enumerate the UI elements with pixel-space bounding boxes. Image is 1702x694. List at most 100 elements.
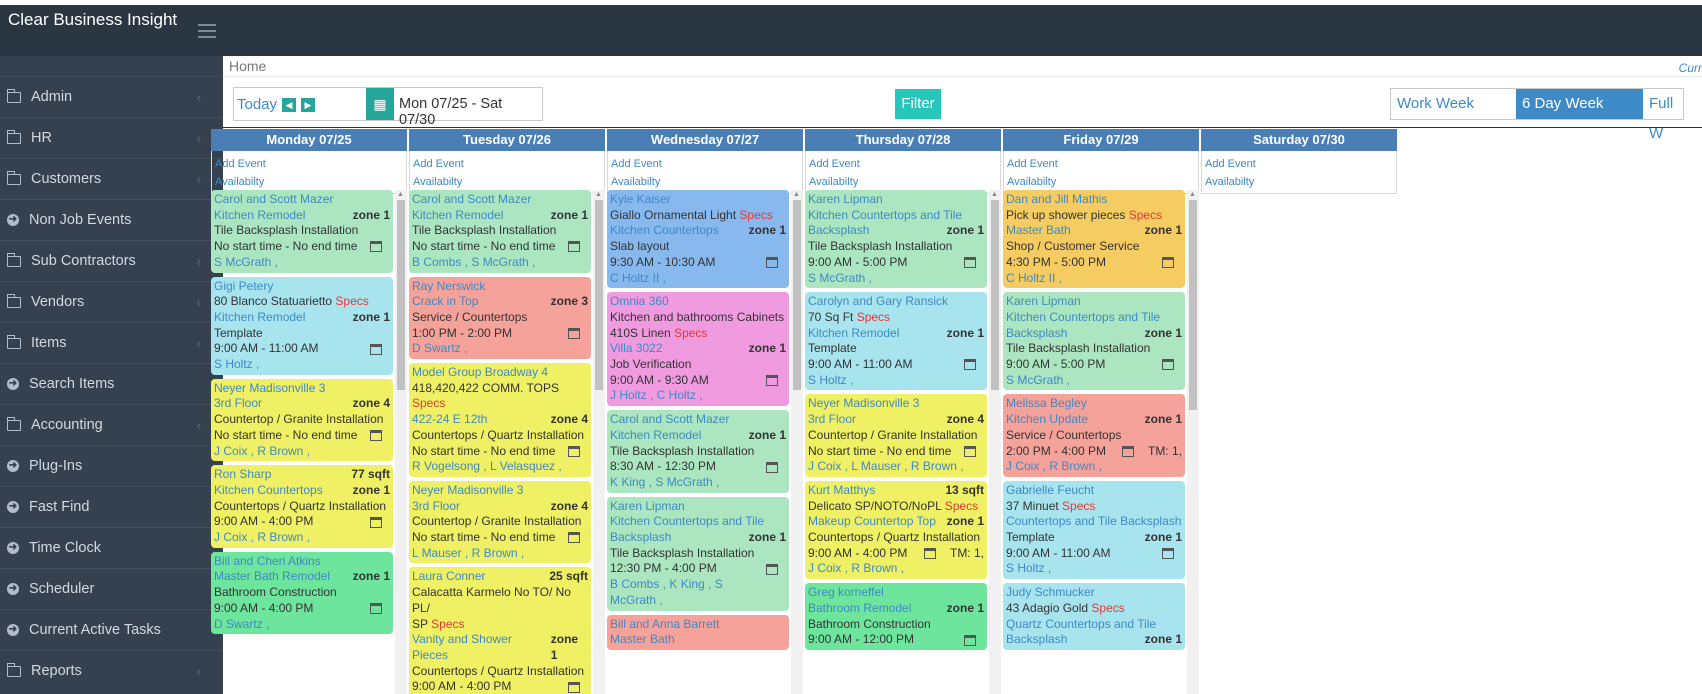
scrollbar[interactable]: ▲ bbox=[395, 190, 407, 694]
event-text[interactable]: S Holtz , bbox=[808, 373, 853, 389]
event-text[interactable]: J Coix , R Brown , bbox=[214, 444, 310, 460]
sidebar-item-vendors[interactable]: Vendors ‹ bbox=[0, 281, 223, 322]
event-text[interactable]: Model Group Broadway 4 bbox=[412, 365, 548, 381]
calendar-icon[interactable] bbox=[964, 257, 976, 269]
next-week-icon[interactable]: ▶ bbox=[301, 98, 315, 112]
event-text[interactable]: Kitchen Remodel bbox=[214, 310, 305, 326]
event-text[interactable]: Kitchen Remodel bbox=[808, 326, 899, 342]
event-text[interactable]: B Combs , K King , S bbox=[610, 577, 723, 593]
today-button[interactable]: Today bbox=[237, 96, 277, 113]
event-card[interactable]: Dan and Jill Mathis Pick up shower pieces… bbox=[1003, 190, 1185, 289]
calendar-icon[interactable] bbox=[370, 241, 382, 253]
event-text[interactable]: B Combs , S McGrath , bbox=[412, 255, 535, 271]
calendar-icon[interactable] bbox=[370, 343, 382, 355]
scrollbar-thumb[interactable] bbox=[397, 200, 405, 390]
add-event-link[interactable]: Add Event bbox=[809, 155, 997, 173]
calendar-icon[interactable] bbox=[964, 359, 976, 371]
event-text[interactable]: Kitchen Countertops and Tile bbox=[1006, 310, 1160, 326]
event-card[interactable]: Ray Nerswick Crack in Top zone 3 Service / … bbox=[409, 276, 591, 360]
scroll-up-icon[interactable]: ▲ bbox=[595, 191, 602, 198]
event-text[interactable]: Kurt Matthys bbox=[808, 483, 875, 499]
event-text[interactable]: Kitchen Countertops bbox=[214, 483, 323, 499]
view-full-w[interactable]: Full W bbox=[1643, 89, 1683, 142]
event-text[interactable]: Villa 3022 bbox=[610, 341, 663, 357]
sidebar-item-current-active-tasks[interactable]: ➜ Current Active Tasks bbox=[0, 609, 223, 650]
event-text[interactable]: S Holtz , bbox=[214, 357, 259, 373]
specs-link[interactable]: Specs bbox=[945, 499, 978, 513]
sidebar-item-items[interactable]: Items ‹ bbox=[0, 322, 223, 363]
add-event-link[interactable]: Add Event bbox=[1007, 155, 1195, 173]
scrollbar[interactable]: ▲ bbox=[1187, 190, 1199, 694]
event-text[interactable]: S Holtz , bbox=[1006, 561, 1051, 577]
event-text[interactable]: Bill and Anna Barrett bbox=[610, 617, 719, 633]
scrollbar[interactable]: ▲ bbox=[593, 190, 605, 694]
event-text[interactable]: Greg korneffel bbox=[808, 585, 884, 601]
event-text[interactable]: Ray Nerswick bbox=[412, 279, 485, 295]
calendar-icon[interactable] bbox=[1121, 445, 1134, 457]
scroll-up-icon[interactable]: ▲ bbox=[397, 191, 404, 198]
event-card[interactable]: Carol and Scott Mazer Kitchen Remodel zone… bbox=[211, 190, 393, 273]
event-text[interactable]: K King , S McGrath , bbox=[610, 475, 719, 491]
sidebar-item-admin[interactable]: Admin ‹ bbox=[0, 76, 223, 117]
event-card[interactable]: Carol and Scott Mazer Kitchen Remodel zone… bbox=[607, 410, 789, 493]
event-text[interactable]: Makeup Countertop Top bbox=[808, 514, 936, 530]
event-card[interactable]: Greg korneffel Bathroom Remodel zone 1 Bath… bbox=[805, 583, 987, 650]
event-text[interactable]: Kitchen Remodel bbox=[610, 428, 701, 444]
event-text[interactable]: 3rd Floor bbox=[808, 412, 856, 428]
event-card[interactable]: Laura Conner 25 sqft Calacatta Karmelo No … bbox=[409, 567, 591, 694]
event-text[interactable]: S McGrath , bbox=[1006, 373, 1070, 389]
event-text[interactable]: Bathroom Remodel bbox=[808, 601, 911, 617]
calendar-icon[interactable] bbox=[1162, 359, 1174, 371]
event-text[interactable]: Vanity and Shower Pieces bbox=[412, 632, 551, 663]
specs-link[interactable]: Specs bbox=[1091, 601, 1124, 615]
specs-link[interactable]: Specs bbox=[1129, 208, 1162, 222]
calendar-icon[interactable] bbox=[766, 563, 778, 575]
event-text[interactable]: R Vogelsong , L Velasquez , bbox=[412, 459, 562, 475]
scrollbar[interactable]: ▲ bbox=[989, 190, 1001, 694]
specs-link[interactable]: Specs bbox=[431, 617, 464, 631]
menu-toggle-icon[interactable] bbox=[198, 24, 216, 38]
specs-link[interactable]: Specs bbox=[335, 294, 368, 308]
calendar-icon[interactable] bbox=[766, 375, 778, 387]
event-text[interactable]: Carol and Scott Mazer bbox=[412, 192, 531, 208]
event-card[interactable]: Melissa Begley Kitchen Update zone 1 Servic… bbox=[1003, 394, 1185, 477]
event-text[interactable]: McGrath , bbox=[610, 593, 663, 609]
view-work-week[interactable]: Work Week bbox=[1391, 89, 1516, 119]
event-card[interactable]: Kurt Matthys 13 sqft Delicato SP/NOTO/NoPL… bbox=[805, 480, 987, 580]
event-text[interactable]: C Holtz II , bbox=[1006, 271, 1062, 287]
current-link[interactable]: Curr bbox=[1679, 61, 1702, 75]
event-card[interactable]: Karen Lipman Kitchen Countertops and Tile… bbox=[607, 496, 789, 611]
event-card[interactable]: Neyer Madisonville 3 3rd Floor zone 4 Count… bbox=[211, 378, 393, 462]
event-text[interactable]: J Coix , L Mauser , R Brown , bbox=[808, 459, 964, 475]
add-event-link[interactable]: Add Event bbox=[1205, 155, 1393, 173]
sidebar-item-accounting[interactable]: Accounting ‹ bbox=[0, 404, 223, 445]
event-text[interactable]: Neyer Madisonville 3 bbox=[412, 483, 523, 499]
sidebar-item-fast-find[interactable]: ➜ Fast Find bbox=[0, 486, 223, 527]
availability-link[interactable]: Availabilty bbox=[611, 173, 799, 191]
event-text[interactable]: Backsplash bbox=[1006, 632, 1067, 648]
event-text[interactable]: Master Bath Remodel bbox=[214, 569, 330, 585]
calendar-icon[interactable] bbox=[568, 681, 580, 693]
event-text[interactable]: J Coix , R Brown , bbox=[214, 530, 310, 546]
specs-link[interactable]: Specs bbox=[674, 326, 707, 340]
view-6-day-week[interactable]: 6 Day Week bbox=[1516, 89, 1643, 119]
event-card[interactable]: Neyer Madisonville 3 3rd Floor zone 4 Count… bbox=[805, 394, 987, 477]
calendar-picker-icon[interactable]: ▦ bbox=[366, 88, 394, 120]
calendar-icon[interactable] bbox=[923, 548, 936, 560]
event-text[interactable]: Neyer Madisonville 3 bbox=[214, 381, 325, 397]
event-text[interactable]: 3rd Floor bbox=[412, 499, 460, 515]
sidebar-item-scheduler[interactable]: ➜ Scheduler bbox=[0, 568, 223, 609]
sidebar-item-hr[interactable]: HR ‹ bbox=[0, 117, 223, 158]
event-text[interactable]: S McGrath , bbox=[214, 255, 278, 271]
event-card[interactable]: Bill and Anna Barrett Master Bath bbox=[607, 614, 789, 650]
availability-link[interactable]: Availabilty bbox=[1007, 173, 1195, 191]
event-text[interactable]: Kitchen Countertops and Tile bbox=[808, 208, 962, 224]
sidebar-item-non-job-events[interactable]: ➜ Non Job Events bbox=[0, 199, 223, 240]
calendar-icon[interactable] bbox=[568, 445, 580, 457]
availability-link[interactable]: Availabilty bbox=[215, 173, 403, 191]
specs-link[interactable]: Specs bbox=[1062, 499, 1095, 513]
breadcrumb[interactable]: Home bbox=[229, 58, 266, 74]
specs-link[interactable]: Specs bbox=[412, 396, 445, 410]
scrollbar-thumb[interactable] bbox=[991, 200, 999, 390]
calendar-icon[interactable] bbox=[964, 634, 976, 646]
